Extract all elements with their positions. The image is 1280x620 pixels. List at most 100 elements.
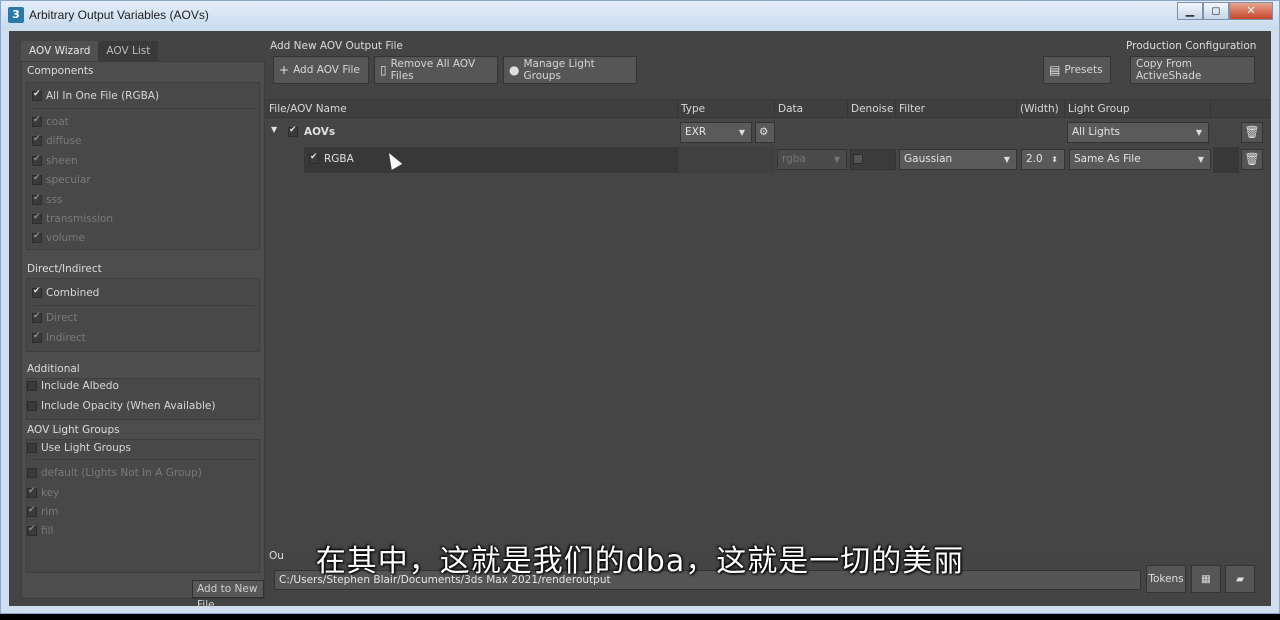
header-light-group[interactable]: Light Group — [1065, 100, 1211, 118]
checkbox-icon[interactable] — [32, 193, 42, 205]
settings-gear-button[interactable]: ⚙ — [755, 122, 775, 143]
light-group-rim[interactable]: rim — [27, 504, 58, 520]
data-dropdown[interactable]: rgba ▼ — [777, 149, 847, 170]
component-diffuse[interactable]: diffuse — [32, 133, 81, 149]
component-transmission[interactable]: transmission — [32, 211, 113, 227]
3ds-max-app-icon[interactable]: 3 — [8, 7, 24, 23]
lightbulb-icon: ● — [509, 63, 520, 77]
maximize-button[interactable]: ◻ — [1203, 2, 1229, 20]
rgba-light-group-dropdown[interactable]: Same As File ▼ — [1069, 149, 1211, 170]
type-dropdown[interactable]: EXR ▼ — [680, 122, 752, 143]
aov-wizard-panel: Components All In One File (RGBA) coat d… — [21, 61, 265, 611]
dropdown-arrow-icon: ▼ — [1197, 155, 1204, 164]
checkbox-icon[interactable] — [32, 212, 42, 224]
checkbox-icon[interactable] — [27, 505, 37, 517]
production-config-label: Production Configuration — [1126, 40, 1257, 52]
checkbox-icon[interactable] — [32, 115, 42, 127]
rgba-name: RGBA — [324, 153, 354, 165]
table-row[interactable]: ▼ AOVs EXR▼ ⚙ All Lights▼ 🗑 — [266, 120, 1270, 146]
trash-icon: ▯ — [380, 63, 387, 77]
remove-all-aov-files-button[interactable]: ▯ Remove All AOV Files — [374, 56, 498, 84]
tab-aov-list[interactable]: AOV List — [98, 41, 159, 61]
presets-button[interactable]: ▤ Presets — [1043, 56, 1111, 84]
direct-indirect-title: Direct/Indirect — [27, 263, 102, 275]
add-aov-group-label: Add New AOV Output File — [270, 40, 403, 52]
video-subtitle: 在其中，这就是我们的dba，这就是一切的美丽 — [315, 544, 965, 579]
trash-icon: 🗑 — [1244, 152, 1260, 166]
aovs-name: AOVs — [304, 126, 336, 138]
type-cell-empty — [678, 147, 775, 173]
header-type[interactable]: Type — [678, 100, 775, 118]
checkbox-icon[interactable] — [32, 89, 42, 101]
delete-aov-button[interactable]: 🗑 — [1241, 149, 1263, 170]
checkbox-icon[interactable] — [32, 173, 42, 185]
checkbox-icon[interactable] — [32, 154, 42, 166]
denoise-checkbox[interactable] — [853, 154, 863, 164]
checkbox-icon[interactable] — [32, 331, 42, 343]
checkbox-icon[interactable] — [27, 486, 37, 498]
dropdown-arrow-icon: ▼ — [833, 155, 840, 164]
rgba-row-highlight — [304, 147, 678, 173]
component-sheen[interactable]: sheen — [32, 153, 78, 169]
light-group-key[interactable]: key — [27, 485, 59, 501]
plus-icon: + — [279, 63, 290, 77]
header-file-aov-name[interactable]: File/AOV Name — [266, 100, 678, 118]
checkbox-icon[interactable] — [32, 311, 42, 323]
header-filter[interactable]: Filter — [896, 100, 1017, 118]
direct-checkbox[interactable]: Direct — [32, 310, 77, 326]
dropdown-arrow-icon: ▼ — [738, 128, 745, 137]
all-in-one-checkbox[interactable]: All In One File (RGBA) — [32, 88, 159, 104]
spinner-arrows-icon[interactable]: ⬍ — [1051, 150, 1058, 169]
presets-icon: ▤ — [1049, 63, 1061, 77]
checkbox-icon[interactable] — [27, 524, 37, 536]
delete-file-button[interactable]: 🗑 — [1241, 122, 1263, 143]
checkbox-icon[interactable] — [27, 468, 37, 478]
include-opacity-checkbox[interactable]: Include Opacity (When Available) — [27, 398, 216, 414]
additional-title: Additional — [27, 363, 80, 375]
minimize-button[interactable]: ▁ — [1177, 2, 1203, 20]
dropdown-arrow-icon: ▼ — [1195, 128, 1202, 137]
window-title: Arbitrary Output Variables (AOVs) — [29, 8, 209, 22]
close-button[interactable]: ✕ — [1229, 2, 1273, 20]
component-volume[interactable]: volume — [32, 230, 85, 246]
add-aov-file-button[interactable]: + Add AOV File — [273, 56, 369, 84]
light-group-dropdown[interactable]: All Lights ▼ — [1067, 122, 1209, 143]
component-coat[interactable]: coat — [32, 114, 69, 130]
header-denoise[interactable]: Denoise — [848, 100, 896, 118]
manage-light-groups-button[interactable]: ● Manage Light Groups — [503, 56, 637, 84]
use-light-groups-checkbox[interactable]: Use Light Groups — [27, 440, 131, 456]
add-to-new-file-button[interactable]: Add to New File — [192, 580, 264, 611]
checkbox-icon[interactable] — [27, 443, 37, 453]
table-header: File/AOV Name Type Data Denoise Filter (… — [266, 100, 1270, 118]
checkbox-icon[interactable] — [32, 134, 42, 146]
component-specular[interactable]: specular — [32, 172, 91, 188]
header-width[interactable]: (Width) — [1017, 100, 1065, 118]
indirect-checkbox[interactable]: Indirect — [32, 330, 86, 346]
header-data[interactable]: Data — [775, 100, 848, 118]
dialog-client: AOV Wizard AOV List Components All In On… — [9, 31, 1271, 611]
components-title: Components — [27, 65, 94, 77]
expand-arrow-icon[interactable]: ▼ — [271, 125, 277, 134]
dropdown-arrow-icon: ▼ — [1003, 155, 1010, 164]
copy-from-activeshade-button[interactable]: Copy From ActiveShade — [1130, 56, 1255, 84]
checkbox-icon[interactable] — [32, 231, 42, 243]
rgba-checkbox[interactable] — [309, 152, 319, 164]
aov-window: 3 Arbitrary Output Variables (AOVs) ▁ ◻ … — [0, 0, 1280, 614]
aov-table: File/AOV Name Type Data Denoise Filter (… — [266, 99, 1270, 551]
light-groups-title: AOV Light Groups — [27, 424, 120, 436]
table-row[interactable]: RGBA rgba▼ Gaussian▼ 2.0⬍ Same As File▼ … — [266, 147, 1270, 173]
filter-width-spinner[interactable]: 2.0 ⬍ — [1021, 149, 1065, 170]
aovs-checkbox[interactable] — [288, 125, 298, 137]
combined-checkbox[interactable]: Combined — [32, 285, 99, 301]
component-sss[interactable]: sss — [32, 192, 62, 208]
checkbox-icon[interactable] — [32, 286, 42, 298]
tab-aov-wizard[interactable]: AOV Wizard — [21, 41, 99, 61]
checkbox-icon[interactable] — [27, 381, 37, 391]
title-bar[interactable]: 3 Arbitrary Output Variables (AOVs) ▁ ◻ … — [1, 1, 1279, 29]
include-albedo-checkbox[interactable]: Include Albedo — [27, 378, 119, 394]
checkbox-icon[interactable] — [27, 401, 37, 411]
gear-icon: ⚙ — [759, 126, 769, 138]
light-group-default[interactable]: default (Lights Not In A Group) — [27, 465, 202, 481]
tab-strip: AOV Wizard AOV List — [21, 41, 159, 61]
filter-dropdown[interactable]: Gaussian ▼ — [899, 149, 1017, 170]
